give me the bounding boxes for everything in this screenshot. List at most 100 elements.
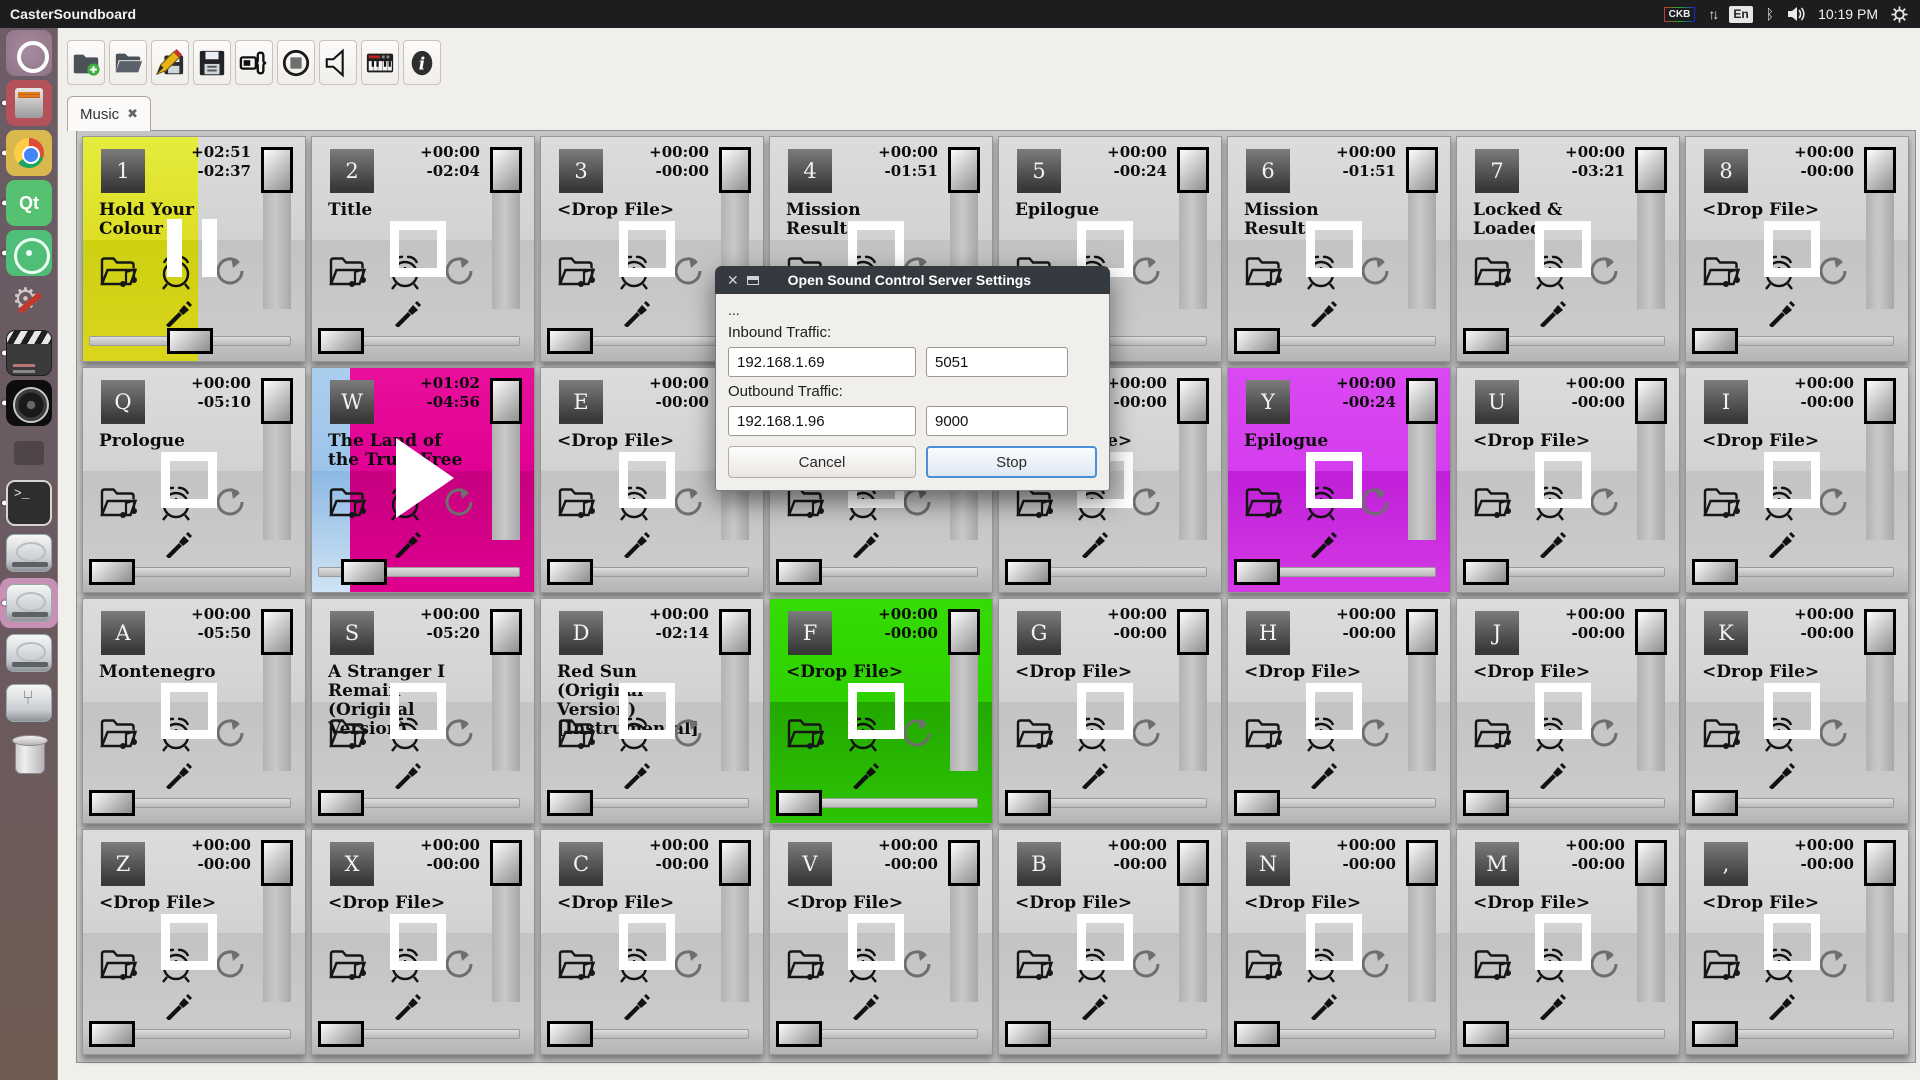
seek-handle[interactable] [1463,1021,1509,1047]
volume-handle[interactable] [490,609,522,655]
dialog-titlebar[interactable]: ✕ Open Sound Control Server Settings [715,266,1110,294]
load-file-icon[interactable] [1471,482,1515,522]
inbound-port-field[interactable] [926,347,1068,377]
volume-slider[interactable] [721,609,749,771]
color-picker-icon[interactable] [1766,992,1796,1020]
seek-slider[interactable] [1005,1020,1207,1048]
volume-handle[interactable] [1635,609,1667,655]
volume-slider[interactable] [1179,609,1207,771]
volume-slider[interactable] [263,840,291,1002]
seek-slider[interactable] [89,1020,291,1048]
launcher-item-ubuntu-dash[interactable] [0,28,58,78]
load-file-icon[interactable] [326,713,370,753]
seek-slider[interactable] [776,558,978,586]
volume-slider[interactable] [1866,378,1894,540]
load-file-icon[interactable] [326,944,370,984]
seek-slider[interactable] [89,558,291,586]
seek-slider[interactable] [318,1020,520,1048]
sound-tile-D[interactable]: D +00:00 -02:14 Red Sun (Original Versio… [540,598,764,824]
cancel-button[interactable]: Cancel [728,446,916,478]
save-board-as-button[interactable] [151,40,189,85]
volume-slider[interactable] [1637,147,1665,309]
volume-handle[interactable] [719,609,751,655]
volume-slider[interactable] [1408,609,1436,771]
volume-slider[interactable] [950,609,978,771]
volume-handle[interactable] [719,147,751,193]
sound-tile-J[interactable]: J +00:00 -00:00 <Drop File> [1456,598,1680,824]
volume-slider[interactable] [492,609,520,771]
sound-tile-6[interactable]: 6 +00:00 -01:51 Mission Results [1227,136,1451,362]
seek-handle[interactable] [89,559,135,585]
sound-tile-U[interactable]: U +00:00 -00:00 <Drop File> [1456,367,1680,593]
close-icon[interactable]: ✕ [715,272,747,289]
seek-handle[interactable] [1234,790,1280,816]
launcher-item-qt-creator[interactable]: Qt [0,178,58,228]
load-file-icon[interactable] [1471,713,1515,753]
load-file-icon[interactable] [555,251,599,291]
seek-slider[interactable] [1692,327,1894,355]
volume-slider[interactable] [1408,840,1436,1002]
seek-handle[interactable] [1005,1021,1051,1047]
load-file-icon[interactable] [1700,713,1744,753]
outbound-port-field[interactable] [926,406,1068,436]
sound-tile-A[interactable]: A +00:00 -05:50 Montenegro [82,598,306,824]
volume-handle[interactable] [261,378,293,424]
load-file-icon[interactable] [784,944,828,984]
sound-tile-I[interactable]: I +00:00 -00:00 <Drop File> [1685,367,1909,593]
color-picker-icon[interactable] [1766,299,1796,327]
sound-tile-M[interactable]: M +00:00 -00:00 <Drop File> [1456,829,1680,1055]
color-picker-icon[interactable] [163,761,193,789]
load-file-icon[interactable] [1242,482,1286,522]
volume-slider[interactable] [263,147,291,309]
load-file-icon[interactable] [784,713,828,753]
seek-slider[interactable] [1463,789,1665,817]
session-gear-icon[interactable] [1891,6,1908,23]
volume-slider[interactable] [1179,147,1207,309]
seek-handle[interactable] [1692,1021,1738,1047]
load-file-icon[interactable] [555,713,599,753]
load-file-icon[interactable] [1242,944,1286,984]
load-file-icon[interactable] [326,251,370,291]
volume-slider[interactable] [1637,840,1665,1002]
launcher-item-chrome[interactable] [0,128,58,178]
sound-tile-F[interactable]: F +00:00 -00:00 <Drop File> [769,598,993,824]
color-picker-icon[interactable] [1079,530,1109,558]
sound-tile-G[interactable]: G +00:00 -00:00 <Drop File> [998,598,1222,824]
color-picker-icon[interactable] [1766,530,1796,558]
color-picker-icon[interactable] [850,992,880,1020]
volume-slider[interactable] [1408,378,1436,540]
volume-slider[interactable] [950,840,978,1002]
sound-tile-7[interactable]: 7 +00:00 -03:21 Locked & Loaded [1456,136,1680,362]
launcher-item-atom[interactable] [0,228,58,278]
sound-tile-H[interactable]: H +00:00 -00:00 <Drop File> [1227,598,1451,824]
volume-handle[interactable] [1177,378,1209,424]
seek-handle[interactable] [167,328,213,354]
volume-slider[interactable] [721,840,749,1002]
sound-tile-,[interactable]: , +00:00 -00:00 <Drop File> [1685,829,1909,1055]
seek-slider[interactable] [1463,1020,1665,1048]
sound-tile-Z[interactable]: Z +00:00 -00:00 <Drop File> [82,829,306,1055]
volume-handle[interactable] [1864,378,1896,424]
seek-handle[interactable] [1463,328,1509,354]
volume-slider[interactable] [492,840,520,1002]
volume-slider[interactable] [263,609,291,771]
load-file-icon[interactable] [97,944,141,984]
sound-tile-Y[interactable]: Y +00:00 -00:24 Epilogue [1227,367,1451,593]
load-file-icon[interactable] [555,482,599,522]
load-file-icon[interactable] [1700,482,1744,522]
seek-slider[interactable] [89,789,291,817]
midi-settings-button[interactable] [361,40,399,85]
sound-tile-8[interactable]: 8 +00:00 -00:00 <Drop File> [1685,136,1909,362]
save-board-button[interactable] [193,40,231,85]
seek-handle[interactable] [776,1021,822,1047]
sound-tile-N[interactable]: N +00:00 -00:00 <Drop File> [1227,829,1451,1055]
volume-slider[interactable] [1637,378,1665,540]
seek-handle[interactable] [1234,328,1280,354]
seek-handle[interactable] [547,559,593,585]
seek-slider[interactable] [1692,558,1894,586]
seek-slider[interactable] [1005,558,1207,586]
seek-handle[interactable] [1005,559,1051,585]
color-picker-icon[interactable] [621,530,651,558]
load-file-icon[interactable] [1242,713,1286,753]
seek-handle[interactable] [776,559,822,585]
